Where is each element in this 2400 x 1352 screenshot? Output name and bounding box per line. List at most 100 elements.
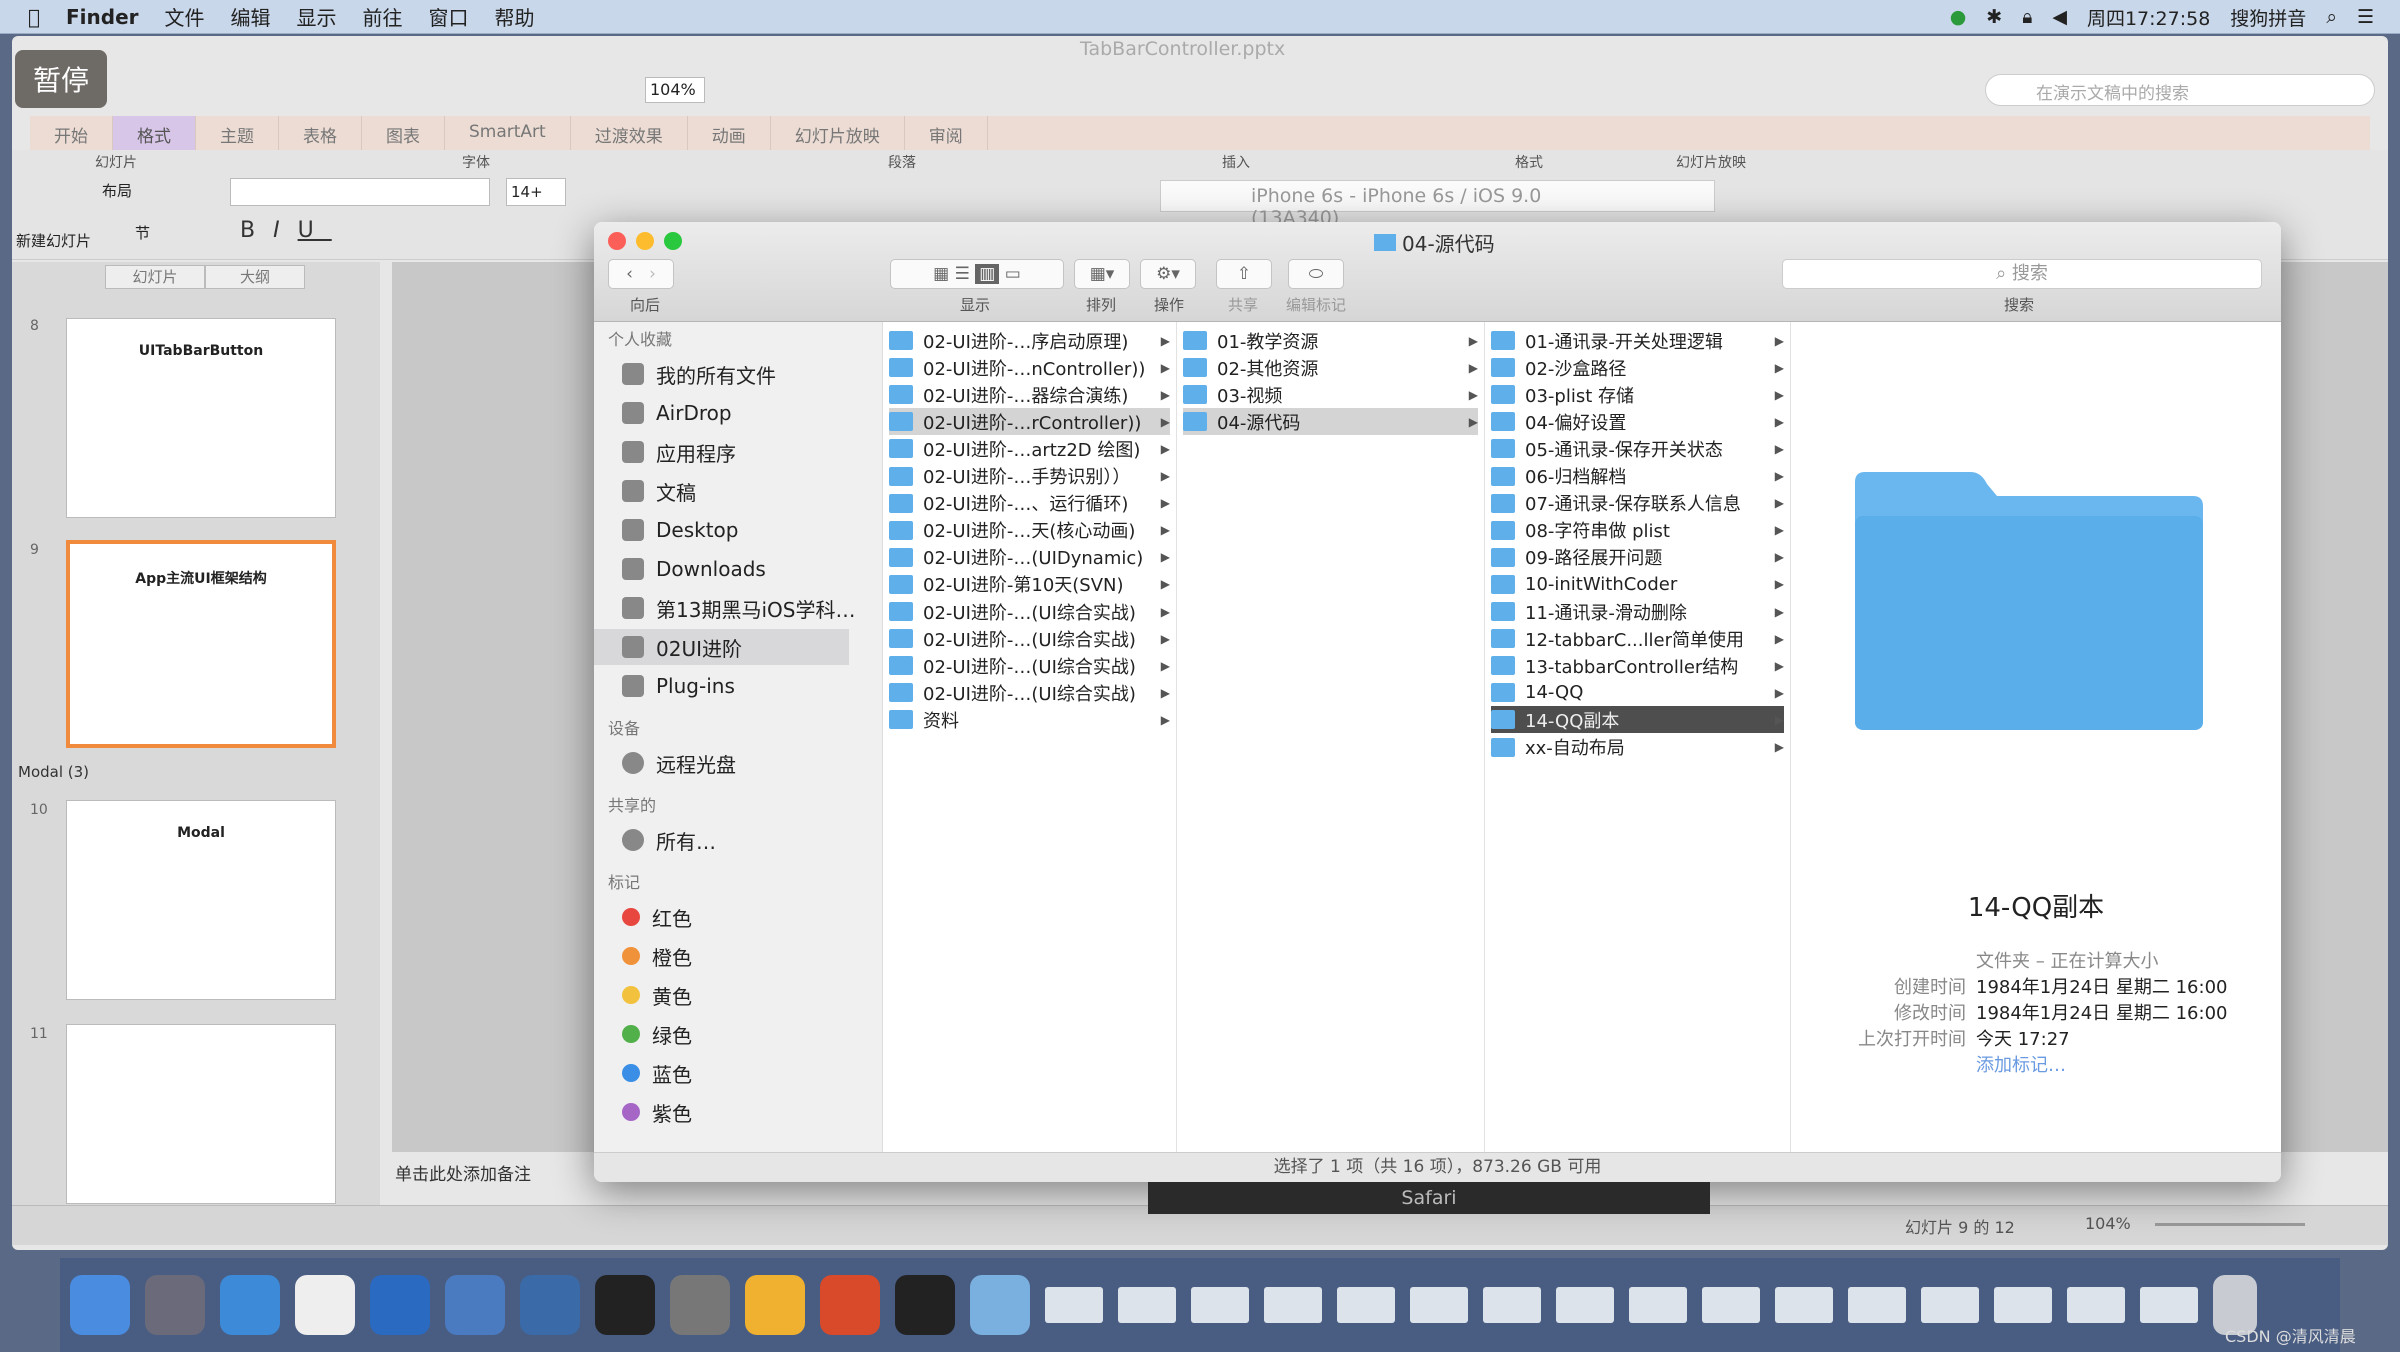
list-item[interactable]: 02-UI进阶-…artz2D 绘图) ▶ <box>889 435 1170 462</box>
status-app-icon[interactable]: ● <box>1950 6 1967 28</box>
pause-button[interactable]: 暂停 <box>15 50 107 108</box>
back-icon[interactable]: ‹ <box>626 264 633 284</box>
sidebar-item[interactable]: 第13期黑马iOS学科… <box>622 590 877 626</box>
menu-go[interactable]: 前往 <box>363 2 403 31</box>
sidebar-tag[interactable]: 红色 <box>622 899 877 935</box>
list-item[interactable]: 14-QQ副本 ▶ <box>1491 706 1784 734</box>
view-mode-buttons[interactable]: ▦ ☰ ▥ ▭ <box>890 259 1064 289</box>
mouse-icon[interactable] <box>295 1275 355 1335</box>
slide-thumbnail[interactable]: UITabBarButton <box>66 318 336 518</box>
list-item[interactable]: 02-沙盒路径 ▶ <box>1491 354 1784 381</box>
list-item[interactable]: 02-UI进阶-…rController)) ▶ <box>889 408 1170 436</box>
ribbon-tab[interactable]: SmartArt <box>445 116 571 150</box>
slide-thumbnail[interactable]: Modal <box>66 800 336 1000</box>
sidebar-item[interactable]: 文稿 <box>622 473 877 509</box>
arrange-button[interactable]: ▦▾ <box>1074 259 1130 289</box>
minimized-window-icon[interactable] <box>1264 1287 1322 1323</box>
menu-app-name[interactable]: Finder <box>66 5 139 29</box>
simulator-window-title[interactable]: iPhone 6s - iPhone 6s / iOS 9.0 (13A340) <box>1160 180 1715 229</box>
list-item[interactable]: 02-UI进阶-…(UI综合实战) ▶ <box>889 652 1170 679</box>
list-item[interactable]: 04-偏好设置 ▶ <box>1491 408 1784 435</box>
minimize-button[interactable] <box>636 232 654 250</box>
section-header[interactable]: Modal (3) <box>18 763 89 781</box>
sidebar-tag[interactable]: 蓝色 <box>622 1055 877 1091</box>
font-name-input[interactable] <box>230 178 490 206</box>
list-item[interactable]: 02-UI进阶-…(UI综合实战) ▶ <box>889 625 1170 652</box>
minimized-window-icon[interactable] <box>1483 1287 1541 1323</box>
terminal-icon[interactable] <box>595 1275 655 1335</box>
sidebar-tag[interactable]: 紫色 <box>622 1094 877 1130</box>
ribbon-tab[interactable]: 动画 <box>688 116 771 150</box>
sidebar-item[interactable]: 远程光盘 <box>622 745 877 781</box>
list-item[interactable]: 02-UI进阶-…nController)) ▶ <box>889 354 1170 381</box>
minimized-window-icon[interactable] <box>1775 1287 1833 1323</box>
safari-icon[interactable] <box>220 1275 280 1335</box>
list-item[interactable]: 08-字符串做 plist ▶ <box>1491 517 1784 544</box>
xcode-icon[interactable] <box>445 1275 505 1335</box>
minimized-window-icon[interactable] <box>1118 1287 1176 1323</box>
list-item[interactable]: 12-tabbarC...ller简单使用 ▶ <box>1491 625 1784 652</box>
sidebar-tag[interactable]: 绿色 <box>622 1016 877 1052</box>
list-item[interactable]: 14-QQ ▶ <box>1491 679 1784 706</box>
notification-center-icon[interactable]: ☰ <box>2357 6 2374 28</box>
action-button[interactable]: ⚙▾ <box>1140 259 1196 289</box>
sidebar-tag[interactable]: 黄色 <box>622 977 877 1013</box>
close-button[interactable] <box>608 232 626 250</box>
column-2[interactable]: 01-教学资源 ▶ 02-其他资源 ▶ 03-视频 ▶ 04-源代码 ▶ <box>1177 322 1485 1152</box>
keynote-icon[interactable] <box>370 1275 430 1335</box>
list-item[interactable]: 02-其他资源 ▶ <box>1183 354 1478 381</box>
forward-icon[interactable]: › <box>649 264 656 284</box>
list-item[interactable]: 02-UI进阶-…(UI综合实战) ▶ <box>889 679 1170 706</box>
list-item[interactable]: 01-通讯录-开关处理逻辑 ▶ <box>1491 327 1784 354</box>
add-tags-link[interactable]: 添加标记… <box>1976 1051 2066 1077</box>
ppt-search-input[interactable]: 在演示文稿中的搜索 <box>1985 74 2375 106</box>
list-item[interactable]: 02-UI进阶-…(UIDynamic) ▶ <box>889 544 1170 571</box>
lock-icon[interactable]: 🔒︎ <box>2022 6 2032 28</box>
minimized-window-icon[interactable] <box>1629 1287 1687 1323</box>
list-item[interactable]: 11-通讯录-滑动删除 ▶ <box>1491 598 1784 625</box>
list-item[interactable]: 资料 ▶ <box>889 706 1170 733</box>
edit-tags-button[interactable]: ⬭ <box>1288 259 1344 289</box>
ribbon-tab[interactable]: 幻灯片放映 <box>771 116 905 150</box>
back-forward-buttons[interactable]: ‹ › <box>608 259 674 289</box>
notes-placeholder[interactable]: 单击此处添加备注 <box>395 1160 531 1185</box>
column-3[interactable]: 01-通讯录-开关处理逻辑 ▶ 02-沙盒路径 ▶ 03-plist 存储 ▶ 04-偏好设… <box>1485 322 1791 1152</box>
sidebar-tag[interactable]: 橙色 <box>622 938 877 974</box>
column-1[interactable]: 02-UI进阶-…序启动原理) ▶ 02-UI进阶-…nController)) ▶ 0… <box>883 322 1177 1152</box>
minimized-window-icon[interactable] <box>2067 1287 2125 1323</box>
minimized-window-icon[interactable] <box>1337 1287 1395 1323</box>
volume-icon[interactable]: ◀ <box>2052 6 2067 28</box>
sidebar-item[interactable]: 应用程序 <box>622 434 877 470</box>
preview-icon[interactable] <box>970 1275 1030 1335</box>
apple-icon[interactable]:  <box>28 5 40 29</box>
list-item[interactable]: 09-路径展开问题 ▶ <box>1491 544 1784 571</box>
section-button[interactable]: 节 <box>135 222 150 243</box>
ribbon-tab[interactable]: 格式 <box>113 116 196 150</box>
list-item[interactable]: 07-通讯录-保存联系人信息 ▶ <box>1491 490 1784 517</box>
minimized-window-icon[interactable] <box>1702 1287 1760 1323</box>
list-item[interactable]: 02-UI进阶-…、运行循环) ▶ <box>889 490 1170 517</box>
list-item[interactable]: 02-UI进阶-…天(核心动画) ▶ <box>889 517 1170 544</box>
tab-outline[interactable]: 大纲 <box>205 265 305 289</box>
minimized-window-icon[interactable] <box>1410 1287 1468 1323</box>
list-item[interactable]: 10-initWithCoder ▶ <box>1491 571 1784 598</box>
ribbon-tab[interactable]: 表格 <box>279 116 362 150</box>
sidebar-item[interactable]: 02UI进阶 <box>594 629 849 665</box>
ime-indicator[interactable]: 搜狗拼音 <box>2230 4 2306 31</box>
list-item[interactable]: 03-plist 存储 ▶ <box>1491 381 1784 408</box>
minimized-window-icon[interactable] <box>1045 1287 1103 1323</box>
list-item[interactable]: 02-UI进阶-第10天(SVN) ▶ <box>889 571 1170 598</box>
minimized-window-icon[interactable] <box>1848 1287 1906 1323</box>
list-item[interactable]: 03-视频 ▶ <box>1183 381 1478 408</box>
list-item[interactable]: 02-UI进阶-…序启动原理) ▶ <box>889 327 1170 354</box>
minimized-window-icon[interactable] <box>1191 1287 1249 1323</box>
list-item[interactable]: 04-源代码 ▶ <box>1183 408 1478 436</box>
list-item[interactable]: 02-UI进阶-…手势识别）） ▶ <box>889 463 1170 490</box>
menu-edit[interactable]: 编辑 <box>231 2 271 31</box>
slide-thumbnail-selected[interactable]: App主流UI框架结构 <box>66 540 336 748</box>
list-item[interactable]: 06-归档解档 ▶ <box>1491 463 1784 490</box>
menu-help[interactable]: 帮助 <box>495 2 535 31</box>
list-item[interactable]: xx-自动布局 ▶ <box>1491 734 1784 761</box>
minimized-window-icon[interactable] <box>2140 1287 2198 1323</box>
list-item[interactable]: 13-tabbarController结构 ▶ <box>1491 652 1784 679</box>
